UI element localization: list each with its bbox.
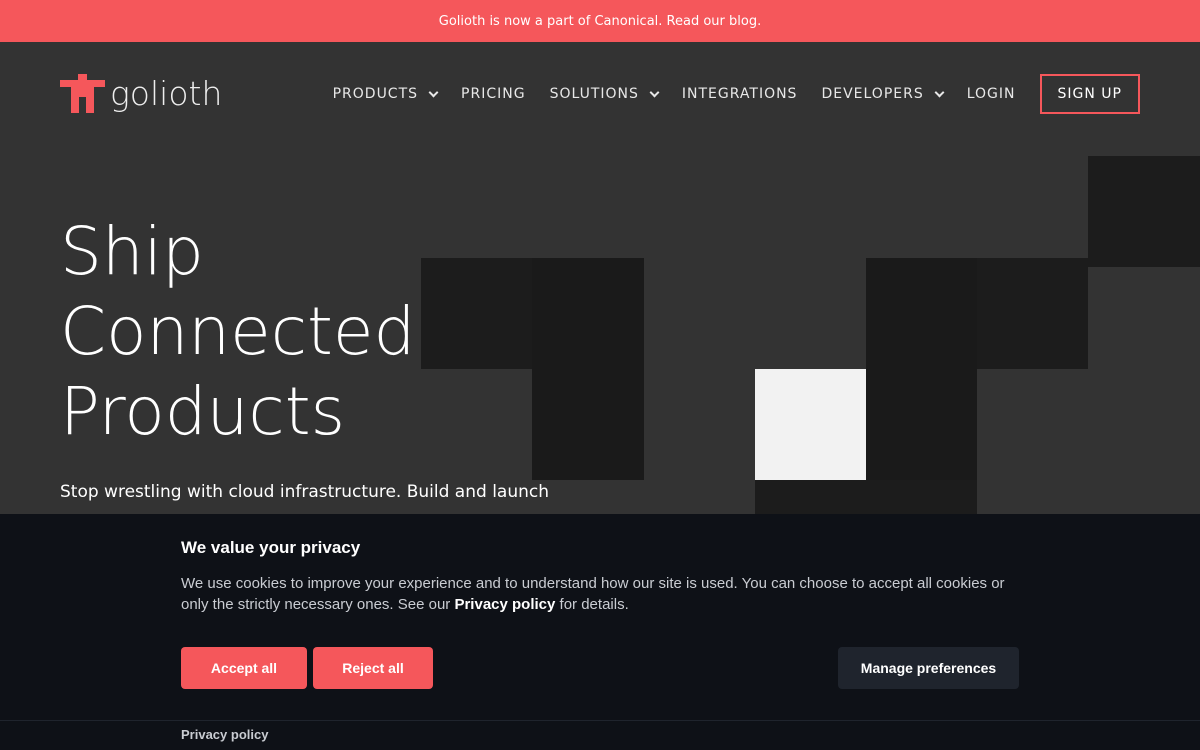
cookie-banner-text: We use cookies to improve your experienc… — [181, 573, 1021, 615]
privacy-policy-link[interactable]: Privacy policy — [181, 727, 268, 742]
nav-solutions-label: SOLUTIONS — [549, 86, 639, 102]
nav-login[interactable]: LOGIN — [967, 86, 1016, 102]
nav-integrations-label: INTEGRATIONS — [681, 86, 798, 102]
signup-label: SIGN UP — [1057, 86, 1122, 102]
top-navigation: golioth PRODUCTS PRICING SOLUTIONS INTEG… — [0, 42, 1200, 146]
hero-decor-block — [1088, 156, 1200, 267]
nav-developers[interactable]: DEVELOPERS — [821, 86, 945, 102]
accept-all-button[interactable]: Accept all — [181, 647, 307, 689]
signup-button[interactable]: SIGN UP — [1039, 74, 1140, 114]
hero-title-line: Ship — [60, 213, 204, 290]
nav-products[interactable]: PRODUCTS — [332, 86, 439, 102]
chevron-down-icon — [649, 87, 660, 97]
logo[interactable]: golioth — [60, 74, 222, 113]
hero-decor-block — [866, 258, 977, 480]
cookie-divider — [0, 720, 1200, 721]
golioth-logo-icon — [60, 74, 105, 113]
nav-login-label: LOGIN — [966, 86, 1016, 102]
nav-integrations[interactable]: INTEGRATIONS — [682, 86, 798, 102]
nav-developers-label: DEVELOPERS — [821, 86, 924, 102]
nav-pricing-label: PRICING — [461, 86, 526, 102]
announcement-text[interactable]: Golioth is now a part of Canonical. Read… — [439, 14, 761, 29]
announcement-bar[interactable]: Golioth is now a part of Canonical. Read… — [0, 0, 1200, 42]
hero-decor-block — [755, 369, 866, 480]
hero-decor-block — [532, 258, 644, 480]
hero-title: Ship Connected Products — [60, 212, 480, 452]
chevron-down-icon — [428, 87, 439, 97]
hero-subtitle: Stop wrestling with cloud infrastructure… — [60, 482, 549, 502]
hero-decor-block — [977, 258, 1088, 369]
cookie-banner: We value your privacy We use cookies to … — [0, 514, 1200, 750]
hero-title-line: Connected — [60, 293, 416, 370]
nav-solutions[interactable]: SOLUTIONS — [549, 86, 660, 102]
reject-all-button[interactable]: Reject all — [313, 647, 433, 689]
hero-decor-block — [755, 480, 977, 514]
nav-pricing[interactable]: PRICING — [461, 86, 526, 102]
manage-preferences-button[interactable]: Manage preferences — [838, 647, 1019, 689]
chevron-down-icon — [934, 87, 945, 97]
cookie-banner-title: We value your privacy — [181, 538, 361, 557]
main-menu: PRODUCTS PRICING SOLUTIONS INTEGRATIONS … — [309, 74, 1140, 114]
privacy-policy-inline-link[interactable]: Privacy policy — [454, 596, 555, 613]
hero-title-line: Products — [60, 373, 345, 450]
cookie-text-after: for details. — [555, 596, 629, 613]
nav-products-label: PRODUCTS — [332, 86, 419, 102]
logo-text: golioth — [110, 74, 223, 113]
